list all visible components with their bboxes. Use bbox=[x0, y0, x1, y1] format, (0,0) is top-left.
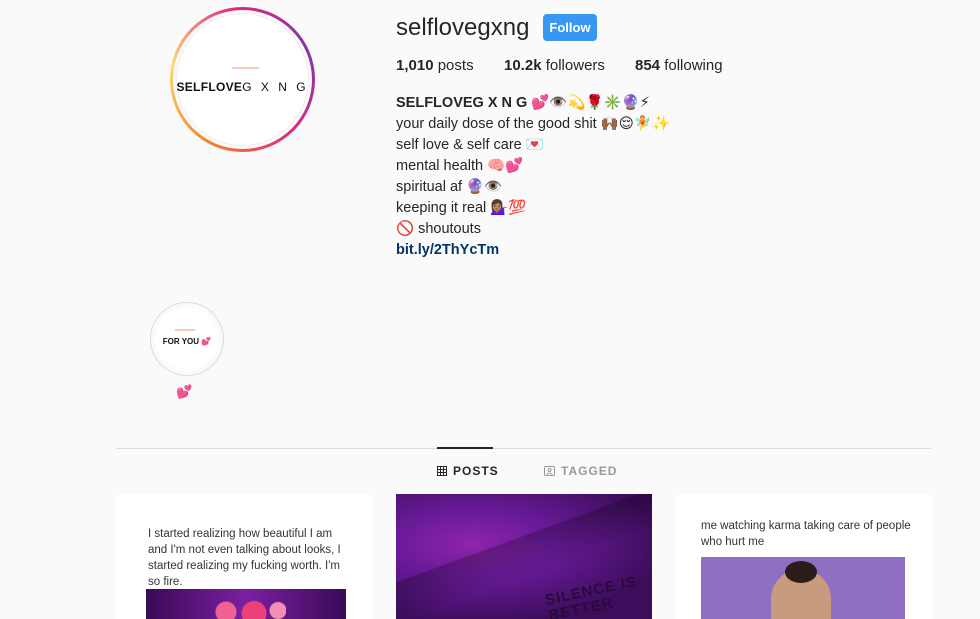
hair-bun-graphic bbox=[785, 561, 817, 583]
post-thumbnail[interactable]: me watching karma taking care of people … bbox=[676, 494, 932, 619]
following-link[interactable]: 854 following bbox=[635, 57, 723, 74]
post-thumbnail[interactable]: I started realizing how beautiful I am a… bbox=[116, 494, 372, 619]
profile-stats: 1,010 posts 10.2k followers 854 followin… bbox=[396, 57, 723, 74]
post-image-person bbox=[701, 557, 905, 619]
tab-tagged-label: TAGGED bbox=[561, 464, 618, 478]
tabs-divider bbox=[116, 448, 931, 449]
followers-link[interactable]: 10.2k followers bbox=[504, 57, 635, 74]
highlight-label[interactable]: 💕 bbox=[176, 384, 192, 400]
follow-button[interactable]: Follow bbox=[543, 14, 597, 41]
profile-bio: SELFLOVEG X N G 💕👁️💫🌹✳️🔮⚡ your daily dos… bbox=[396, 93, 670, 261]
bio-line: 🚫 shoutouts bbox=[396, 221, 481, 237]
highlight-cover-text: FOR YOU 💕 bbox=[162, 337, 212, 346]
flower-graphic bbox=[206, 597, 286, 619]
story-highlight[interactable]: FOR YOU 💕 bbox=[150, 302, 224, 376]
post-image-flowers bbox=[146, 589, 346, 619]
bio-line: keeping it real 💁🏽‍♀️💯 bbox=[396, 200, 527, 216]
post-caption-text: I started realizing how beautiful I am a… bbox=[148, 528, 341, 588]
profile-avatar[interactable]: SELFLOVEG X N G bbox=[170, 7, 315, 152]
post-thumbnail[interactable]: SILENCE IS BETTER bbox=[396, 494, 652, 619]
avatar-divider bbox=[232, 67, 259, 69]
tab-tagged[interactable]: TAGGED bbox=[544, 464, 617, 478]
avatar-logo-text: SELFLOVEG X N G bbox=[176, 80, 309, 94]
active-tab-indicator bbox=[437, 447, 493, 449]
avatar-image: SELFLOVEG X N G bbox=[176, 13, 309, 146]
highlight-cover: FOR YOU 💕 bbox=[155, 307, 219, 371]
avatar-inner: SELFLOVEG X N G bbox=[173, 10, 312, 149]
bio-line: your daily dose of the good shit 🙌🏾😌🧚✨ bbox=[396, 116, 671, 132]
bio-line: self love & self care 💌 bbox=[396, 137, 544, 153]
bio-link[interactable]: bit.ly/2ThYcTm bbox=[396, 240, 670, 261]
tagged-user-icon bbox=[544, 466, 555, 476]
profile-full-name: SELFLOVEG X N G 💕👁️💫🌹✳️🔮⚡ bbox=[396, 95, 650, 111]
post-caption-text: me watching karma taking care of people … bbox=[701, 520, 911, 548]
profile-username: selflovegxng bbox=[396, 14, 530, 41]
posts-count: 1,010 posts bbox=[396, 57, 474, 74]
bio-line: mental health 🧠💕 bbox=[396, 158, 524, 174]
bio-line: spiritual af 🔮👁️ bbox=[396, 179, 503, 195]
tab-posts-label: POSTS bbox=[453, 464, 499, 478]
grid-icon bbox=[437, 466, 447, 476]
tab-posts[interactable]: POSTS bbox=[437, 464, 499, 478]
highlight-divider bbox=[175, 329, 195, 331]
